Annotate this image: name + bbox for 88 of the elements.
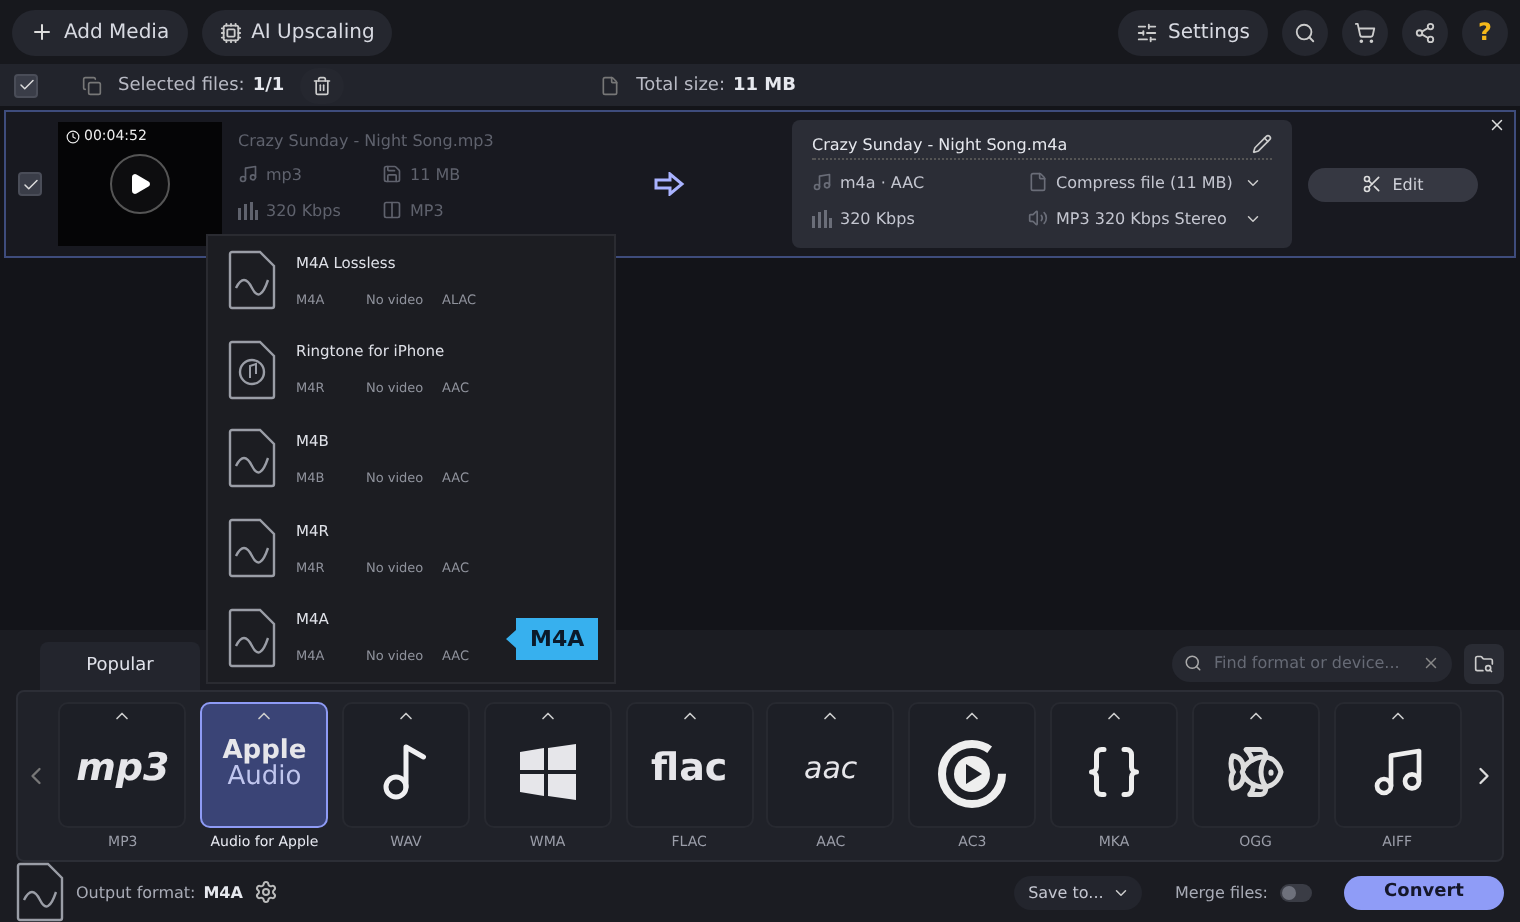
- edit-button[interactable]: Edit: [1308, 167, 1478, 201]
- cart-button[interactable]: [1342, 9, 1388, 55]
- convert-arrow-icon: [654, 172, 686, 196]
- selected-files-label: Selected files: 1/1: [118, 75, 285, 95]
- bitrate-icon: [238, 201, 258, 219]
- settings-icon: [1135, 21, 1158, 43]
- mp3-logo: mp3: [76, 749, 170, 788]
- audio-file-icon: [16, 862, 64, 922]
- clear-icon: [1422, 654, 1440, 673]
- format-card[interactable]: mp3: [58, 701, 187, 828]
- audio-logo-text: Audio: [227, 763, 302, 790]
- source-codec: MP3: [410, 201, 444, 219]
- format-card[interactable]: Apple Audio: [200, 701, 329, 828]
- format-card[interactable]: [908, 701, 1037, 828]
- cart-icon: [1354, 21, 1376, 43]
- speaker-icon: [1028, 208, 1048, 228]
- share-button[interactable]: [1402, 9, 1448, 55]
- scissors-icon: [1362, 174, 1383, 194]
- merge-files-toggle[interactable]: [1280, 883, 1312, 901]
- audio-file-icon: [228, 250, 276, 311]
- output-format: m4a · AAC: [840, 173, 925, 191]
- aac-logo: aac: [804, 753, 858, 784]
- clock-icon: [66, 129, 80, 143]
- file-icon: [600, 75, 621, 95]
- ai-chip-icon: [219, 21, 242, 43]
- fish-icon: [1225, 741, 1286, 802]
- add-media-button[interactable]: Add Media: [12, 9, 188, 55]
- help-button[interactable]: ?: [1462, 9, 1508, 55]
- format-card[interactable]: [1049, 701, 1178, 828]
- format-card[interactable]: aac: [766, 701, 895, 828]
- file-checkbox[interactable]: [18, 172, 42, 196]
- search-icon: [1184, 654, 1202, 673]
- output-format-label: Output format: M4A: [76, 883, 243, 901]
- format-tooltip: M4A: [506, 618, 599, 660]
- source-bitrate: 320 Kbps: [266, 201, 341, 219]
- total-size-label: Total size: 11 MB: [636, 75, 796, 95]
- merge-files-label: Merge files:: [1174, 883, 1268, 901]
- audio-settings-option[interactable]: MP3 320 Kbps Stereo: [1056, 209, 1227, 227]
- play-circle-icon: [936, 737, 1009, 810]
- file-size-icon: [1028, 172, 1048, 192]
- format-tab[interactable]: Popular: [40, 641, 200, 690]
- audio-file-icon: [228, 607, 276, 668]
- size-icon: [382, 164, 402, 184]
- rename-icon: [1252, 134, 1272, 154]
- folder-search-icon: [1474, 653, 1494, 674]
- source-size: 11 MB: [410, 165, 461, 183]
- settings-icon[interactable]: [254, 880, 279, 904]
- files-icon: [82, 75, 102, 95]
- share-icon: [1414, 21, 1436, 43]
- music-icon: [812, 172, 832, 192]
- play-icon: [128, 172, 152, 196]
- format-card[interactable]: flac: [625, 701, 754, 828]
- search-icon: [1294, 21, 1316, 43]
- audio-file-icon: [228, 428, 276, 489]
- checkmark-icon: [21, 175, 39, 193]
- format-card[interactable]: [341, 701, 470, 828]
- output-bitrate: 320 Kbps: [840, 209, 915, 227]
- format-search-field[interactable]: Find format or device...: [1172, 645, 1452, 682]
- music-icon: [1369, 743, 1426, 800]
- select-all-checkbox[interactable]: [14, 73, 38, 97]
- apple-logo-text: Apple: [222, 737, 307, 764]
- codec-icon: [382, 200, 402, 220]
- braces-icon: [1083, 741, 1144, 802]
- output-file-name: Crazy Sunday - Night Song.m4a: [812, 135, 1068, 153]
- source-format: mp3: [266, 165, 302, 183]
- bitrate-icon: [812, 209, 832, 227]
- convert-button[interactable]: Convert: [1344, 875, 1504, 909]
- flac-logo: flac: [650, 749, 728, 788]
- close-icon[interactable]: [1488, 116, 1506, 134]
- ringtone-file-icon: [228, 339, 276, 400]
- format-search-input[interactable]: Find format or device...: [1210, 652, 1414, 675]
- format-card[interactable]: [1333, 701, 1462, 828]
- source-file-name: Crazy Sunday - Night Song.mp3: [238, 132, 496, 150]
- audio-file-icon: [228, 518, 276, 579]
- search-button[interactable]: [1282, 9, 1328, 55]
- ai-upscaling-button[interactable]: AI Upscaling: [201, 9, 393, 55]
- windows-logo-icon: [515, 741, 580, 802]
- save-to-button[interactable]: Save to...: [1014, 875, 1143, 909]
- trash-icon: [312, 75, 333, 95]
- format-card[interactable]: [1191, 701, 1320, 828]
- play-button[interactable]: [110, 154, 170, 214]
- settings-button[interactable]: Settings: [1117, 9, 1268, 55]
- device-detect-button[interactable]: [1464, 643, 1504, 684]
- format-card[interactable]: [483, 701, 612, 828]
- plus-icon: [30, 20, 54, 44]
- music-icon: [238, 164, 258, 184]
- compress-option[interactable]: Compress file (11 MB): [1056, 173, 1233, 191]
- checkmark-icon: [17, 76, 35, 94]
